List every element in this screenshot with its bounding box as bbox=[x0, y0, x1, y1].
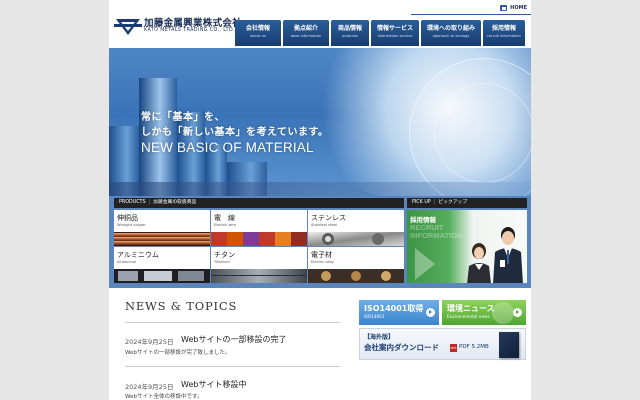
nav-label-en: recruit information bbox=[487, 34, 521, 38]
heading-separator: | bbox=[433, 200, 436, 205]
header: 加藤金属興業株式会社 KATO METALS TRADING CO., LTD.… bbox=[109, 0, 531, 48]
product-name-en: Wrought copper bbox=[117, 223, 146, 227]
copper-material-image bbox=[114, 232, 210, 246]
arrow-right-icon bbox=[426, 308, 435, 317]
home-label: HOME bbox=[510, 5, 527, 11]
news-headline[interactable]: Webサイトの一部移設の完了 bbox=[181, 334, 286, 345]
iso-label-jp: ISO14001取得 bbox=[364, 304, 424, 313]
nav-label-jp: 環境への取り組み bbox=[426, 25, 475, 32]
product-tile-aluminium[interactable]: アルミニウム Aluminium bbox=[114, 247, 210, 283]
product-tile-wrought-copper[interactable]: 伸銅品 Wrought copper bbox=[114, 210, 210, 246]
recruit-person-photo bbox=[467, 243, 491, 283]
nav-about-us[interactable]: 会社情報 about us bbox=[235, 20, 281, 46]
page: 加藤金属興業株式会社 KATO METALS TRADING CO., LTD.… bbox=[109, 0, 531, 400]
nav-label-jp: 会社情報 bbox=[245, 25, 270, 32]
eco-label-jp: 環境ニュース bbox=[447, 304, 495, 313]
hero-tagline-1: 常に「基本」を、 bbox=[141, 112, 225, 123]
brochure-download-banner[interactable]: 【海外版】 会社案内ダウンロード PDF PDF 5.2MB bbox=[359, 328, 526, 360]
nav-label-jp: 情報サービス bbox=[376, 25, 413, 32]
company-name-jp[interactable]: 加藤金属興業株式会社 bbox=[144, 15, 242, 29]
product-name-jp: ステンレス bbox=[311, 214, 346, 222]
news-date: 2024年9月25日 bbox=[125, 383, 174, 391]
hero-tagline-2: しかも「新しい基本」を考えています。 bbox=[141, 127, 329, 138]
pdf-size: PDF 5.2MB bbox=[459, 344, 489, 350]
brochure-cover-image bbox=[499, 332, 519, 358]
brochure-label-overseas: 【海外版】 bbox=[364, 334, 395, 341]
heading-separator: | bbox=[148, 200, 151, 205]
products-heading-en: PRODUCTS bbox=[119, 200, 146, 205]
arrow-right-icon bbox=[513, 308, 522, 317]
titanium-material-image bbox=[211, 269, 307, 283]
product-tile-stainless-steel[interactable]: ステンレス Stainless steel bbox=[308, 210, 404, 246]
product-name-en: Titanium bbox=[214, 260, 230, 264]
nav-label-en: about us bbox=[250, 34, 266, 38]
home-icon bbox=[500, 5, 508, 11]
pickup-heading-jp: ピックアップ bbox=[438, 200, 468, 205]
news-body: Webサイトの一部移設が完了致しました。 bbox=[125, 350, 231, 356]
product-name-jp: チタン bbox=[214, 251, 235, 259]
product-name-en: Electric wire bbox=[214, 223, 237, 227]
product-tile-electric-wire[interactable]: 電 線 Electric wire bbox=[211, 210, 307, 246]
product-name-en: Electric alloy bbox=[311, 260, 334, 264]
products-grid: 伸銅品 Wrought copper 電 線 Electric wire ステン… bbox=[114, 210, 404, 283]
product-name-jp: アルミニウム bbox=[117, 251, 159, 259]
news-date: 2024年9月25日 bbox=[125, 338, 174, 346]
pickup-heading-en: PICK UP bbox=[412, 200, 431, 205]
pickup-heading: PICK UP | ピックアップ bbox=[407, 198, 527, 208]
nav-label-jp: 拠点紹介 bbox=[293, 25, 318, 32]
brochure-label: 会社案内ダウンロード bbox=[364, 343, 439, 352]
nav-label-jp: 商品情報 bbox=[337, 25, 362, 32]
product-tile-titanium[interactable]: チタン Titanium bbox=[211, 247, 307, 283]
news-title: NEWS & TOPICS bbox=[125, 299, 238, 313]
nav-base-information[interactable]: 拠点紹介 base information bbox=[283, 20, 329, 46]
product-name-jp: 電 線 bbox=[214, 214, 235, 222]
product-name-en: Aluminium bbox=[117, 260, 137, 264]
company-name-en: KATO METALS TRADING CO., LTD. bbox=[144, 28, 236, 33]
iso14001-banner[interactable]: ISO14001取得 ISO14001 bbox=[359, 300, 439, 325]
aluminium-material-image bbox=[114, 269, 210, 283]
products-heading-jp: 加藤金属の取扱商品 bbox=[153, 200, 197, 205]
arrow-icon bbox=[415, 248, 435, 280]
nav-label-en: information service bbox=[377, 34, 413, 38]
news-divider bbox=[125, 322, 340, 323]
nav-information-service[interactable]: 情報サービス information service bbox=[371, 20, 419, 46]
environmental-news-banner[interactable]: 環境ニュース Environmental news bbox=[442, 300, 526, 325]
alloy-material-image bbox=[308, 269, 404, 283]
news-body: Webサイト全体の移設中です。 bbox=[125, 394, 203, 400]
hero-banner: 常に「基本」を、 しかも「新しい基本」を考えています。 NEW BASIC OF… bbox=[109, 48, 531, 196]
recruit-watermark: RECRUIT INFORMATION bbox=[410, 223, 463, 240]
product-name-jp: 伸銅品 bbox=[117, 214, 138, 222]
header-divider bbox=[411, 14, 531, 15]
leaf-icon bbox=[492, 302, 514, 324]
recruit-banner[interactable]: 採用情報 RECRUIT INFORMATION bbox=[407, 210, 527, 283]
nav-label-en: base information bbox=[290, 34, 322, 38]
iso-label-en: ISO14001 bbox=[364, 314, 385, 319]
nav-approach-to-ecology[interactable]: 環境への取り組み approach to ecology bbox=[421, 20, 481, 46]
wire-material-image bbox=[211, 232, 307, 246]
global-nav: 会社情報 about us 拠点紹介 base information 商品情報… bbox=[235, 20, 525, 46]
news-divider bbox=[125, 366, 340, 367]
hero-tagline-en: NEW BASIC OF MATERIAL bbox=[141, 140, 314, 155]
pdf-icon: PDF bbox=[450, 344, 457, 352]
product-name-en: Stainless steel bbox=[311, 223, 337, 227]
nav-label-jp: 採用情報 bbox=[491, 25, 516, 32]
nav-products[interactable]: 商品情報 products bbox=[331, 20, 369, 46]
nav-label-en: products bbox=[342, 34, 358, 38]
recruit-person-photo bbox=[493, 227, 523, 283]
company-logo-icon[interactable] bbox=[114, 15, 142, 37]
hero-road-graphic bbox=[109, 182, 531, 196]
hero-globe-ring bbox=[434, 83, 531, 183]
eco-label-en: Environmental news bbox=[447, 314, 490, 319]
product-tile-electric-alloy[interactable]: 電子材 Electric alloy bbox=[308, 247, 404, 283]
news-section: NEWS & TOPICS 2024年9月25日 Webサイトの一部移設の完了 … bbox=[109, 288, 531, 400]
nav-label-en: approach to ecology bbox=[432, 34, 470, 38]
products-section: PRODUCTS | 加藤金属の取扱商品 PICK UP | ピックアップ 伸銅品 Wr… bbox=[109, 196, 531, 288]
product-name-jp: 電子材 bbox=[311, 251, 332, 259]
news-headline[interactable]: Webサイト移設中 bbox=[181, 379, 246, 390]
products-heading: PRODUCTS | 加藤金属の取扱商品 bbox=[114, 198, 404, 208]
nav-recruit-information[interactable]: 採用情報 recruit information bbox=[483, 20, 525, 46]
home-link[interactable]: HOME bbox=[500, 5, 527, 11]
stainless-material-image bbox=[308, 232, 404, 246]
